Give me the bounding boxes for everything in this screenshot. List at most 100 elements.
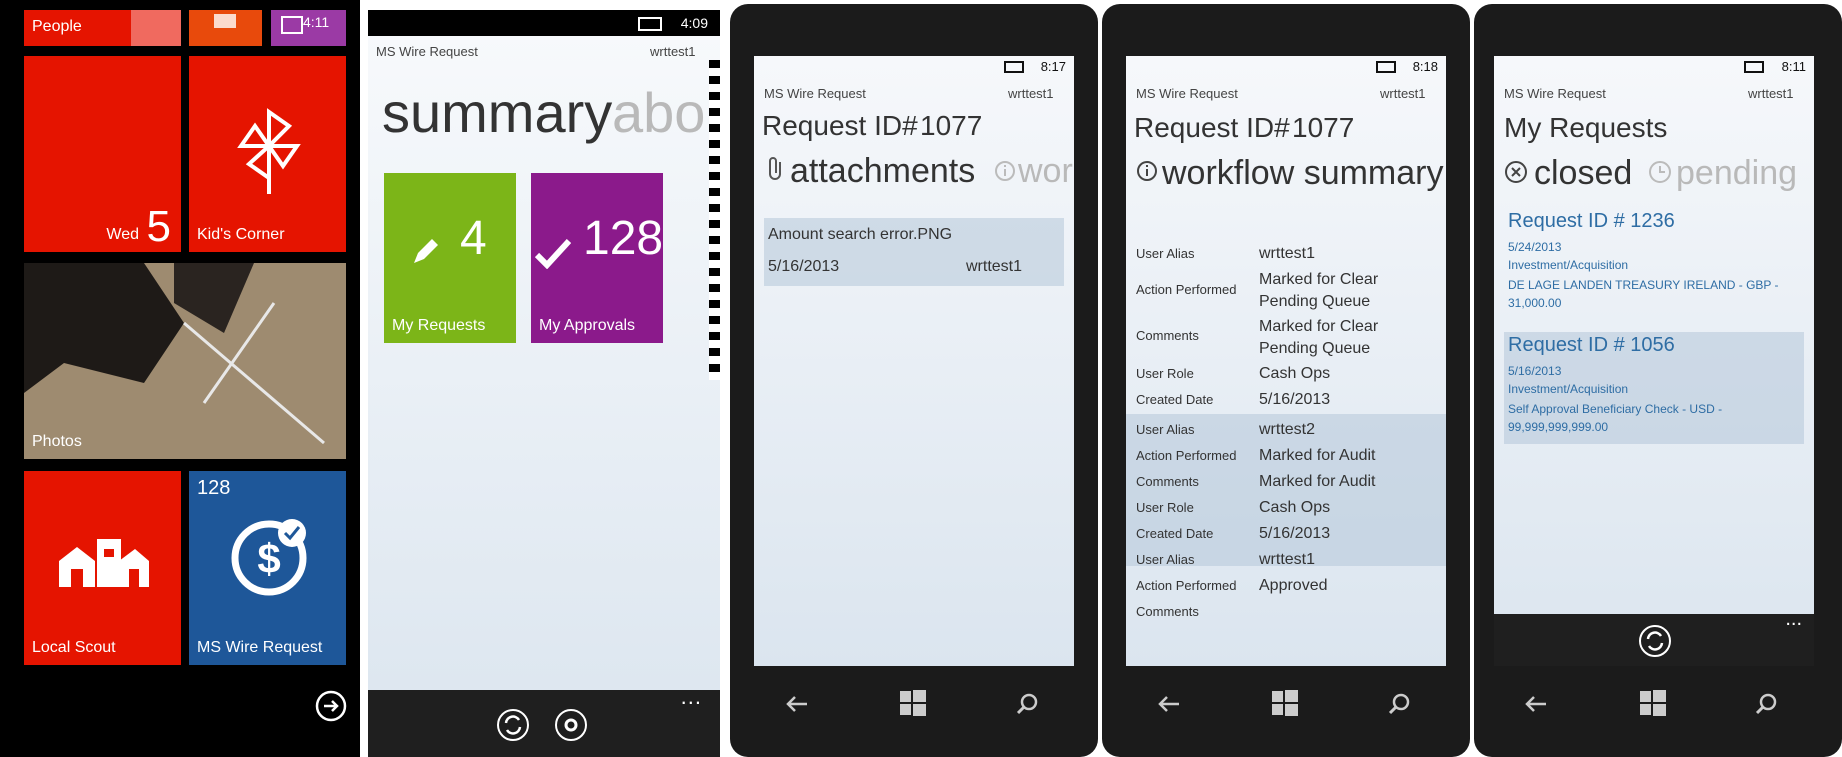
attachment-name: Amount search error.PNG bbox=[768, 226, 953, 243]
user-name: wrttest1 bbox=[1748, 86, 1794, 101]
more-button[interactable]: ... bbox=[1785, 608, 1802, 631]
row-key: Comments bbox=[1136, 328, 1199, 343]
search-icon[interactable] bbox=[1015, 692, 1039, 716]
settings-icon[interactable] bbox=[554, 708, 588, 742]
row-key: Comments bbox=[1136, 604, 1199, 619]
pivot-attachments[interactable]: attachments bbox=[790, 152, 975, 191]
row-value: 5/16/2013 bbox=[1259, 391, 1331, 408]
status-time: 8:11 bbox=[1781, 59, 1806, 74]
back-icon[interactable] bbox=[1157, 694, 1181, 714]
refresh-icon[interactable] bbox=[1638, 624, 1672, 658]
people-tile[interactable]: People bbox=[24, 10, 181, 46]
summary-screen: 4:09 MS Wire Request wrttest1 summary ab… bbox=[368, 10, 720, 757]
local-scout-tile[interactable]: Local Scout bbox=[24, 471, 181, 665]
request-id: 1077 bbox=[1292, 112, 1355, 143]
attachment-date: 5/16/2013 bbox=[768, 258, 840, 275]
attachments-screen: 8:17 MS Wire Request wrttest1 Request ID… bbox=[754, 56, 1074, 666]
calendar-tile[interactable]: Wed 5 bbox=[24, 56, 181, 252]
user-name: wrttest1 bbox=[1380, 86, 1426, 101]
people-photo bbox=[131, 10, 181, 46]
svg-text:$: $ bbox=[257, 535, 280, 582]
request-category: Investment/Acquisition bbox=[1508, 258, 1629, 272]
row-key: Created Date bbox=[1136, 392, 1214, 407]
app-title: MS Wire Request bbox=[1504, 86, 1606, 101]
row-key: User Alias bbox=[1136, 246, 1195, 261]
row-value: wrttest1 bbox=[1259, 245, 1316, 262]
my-requests-screen: 8:11 MS Wire Request wrttest1 My Request… bbox=[1494, 56, 1814, 666]
request-date: 5/16/2013 bbox=[1508, 364, 1562, 378]
status-time: 8:17 bbox=[1040, 59, 1066, 74]
pivot-pending[interactable]: pending bbox=[1676, 154, 1797, 193]
windows-icon[interactable] bbox=[1272, 690, 1298, 716]
request-category: Investment/Acquisition bbox=[1508, 382, 1629, 396]
pivot-workflow-summary[interactable]: workflow summary bbox=[1162, 154, 1443, 193]
request-item[interactable]: Request ID # 1236 5/24/2013 Investment/A… bbox=[1504, 208, 1804, 320]
request-detail: DE LAGE LANDEN TREASURY IRELAND - GBP - … bbox=[1508, 278, 1779, 310]
workflow-screen: 8:18 MS Wire Request wrttest1 Request ID… bbox=[1126, 56, 1446, 666]
row-value: Cash Ops bbox=[1259, 365, 1331, 382]
phone-attachments: 8:17 MS Wire Request wrttest1 Request ID… bbox=[730, 4, 1098, 757]
check-icon bbox=[535, 239, 571, 269]
photos-tile[interactable]: Photos bbox=[24, 263, 346, 459]
local-scout-label: Local Scout bbox=[32, 639, 116, 656]
request-id: 1077 bbox=[920, 110, 983, 141]
row-value: wrttest1 bbox=[1259, 551, 1316, 568]
pivot-workflow[interactable]: wor bbox=[1018, 152, 1073, 191]
table-row: Action Performed Marked for Clear Pendin… bbox=[1126, 271, 1446, 312]
kids-corner-tile[interactable]: Kid's Corner bbox=[189, 56, 346, 252]
windows-icon[interactable] bbox=[900, 690, 926, 716]
battery-icon bbox=[638, 17, 662, 31]
store-icon bbox=[281, 16, 303, 34]
back-icon[interactable] bbox=[1524, 694, 1548, 714]
refresh-icon[interactable] bbox=[496, 708, 530, 742]
row-key: User Alias bbox=[1136, 422, 1195, 437]
row-value: Approved bbox=[1259, 577, 1328, 594]
windows-icon[interactable] bbox=[1640, 690, 1666, 716]
request-label: Request ID# bbox=[1134, 112, 1290, 143]
pencil-icon bbox=[414, 239, 438, 263]
my-requests-tile[interactable]: 4 My Requests bbox=[384, 173, 516, 343]
status-bar: 8:18 bbox=[1126, 56, 1446, 76]
request-item[interactable]: Request ID # 1056 5/16/2013 Investment/A… bbox=[1504, 332, 1804, 444]
request-title: Request ID # 1056 bbox=[1508, 334, 1675, 356]
battery-icon bbox=[1376, 61, 1396, 73]
arrow-right-circle-icon[interactable] bbox=[315, 690, 347, 722]
pivot-about[interactable]: abou bbox=[612, 80, 720, 145]
status-time: 4:11 bbox=[303, 14, 330, 30]
battery-icon bbox=[1004, 61, 1024, 73]
office-tile[interactable] bbox=[189, 10, 262, 46]
my-approvals-tile[interactable]: 128 My Approvals bbox=[531, 173, 663, 343]
back-icon[interactable] bbox=[785, 694, 809, 714]
pivot-about-label: abou bbox=[612, 81, 720, 144]
people-label: People bbox=[32, 18, 82, 35]
kids-corner-label: Kid's Corner bbox=[197, 226, 285, 243]
ms-wire-request-tile[interactable]: 128 $ MS Wire Request bbox=[189, 471, 346, 665]
clock-icon bbox=[1649, 161, 1671, 183]
pivot-pending-label: pending bbox=[1676, 154, 1798, 192]
info-icon bbox=[1137, 161, 1157, 181]
dollar-sync-icon: $ bbox=[231, 519, 307, 596]
search-icon[interactable] bbox=[1754, 692, 1778, 716]
app-title: MS Wire Request bbox=[376, 44, 478, 59]
page-title: My Requests bbox=[1504, 112, 1668, 143]
calendar-date: 5 bbox=[146, 202, 171, 251]
status-time: 8:18 bbox=[1412, 59, 1438, 74]
row-value: Marked for Audit bbox=[1259, 447, 1376, 464]
status-bar: 8:17 bbox=[754, 56, 1074, 76]
close-circle-icon bbox=[1505, 161, 1527, 183]
wire-tile-count: 128 bbox=[197, 477, 231, 499]
table-row: Created Date 5/16/2013 bbox=[1126, 391, 1446, 422]
pivot-summary[interactable]: summary bbox=[382, 80, 612, 145]
app-bar: ... bbox=[1494, 608, 1814, 666]
search-icon[interactable] bbox=[1387, 692, 1411, 716]
battery-icon bbox=[1744, 61, 1764, 73]
photo-image bbox=[24, 263, 346, 459]
row-value: Cash Ops bbox=[1259, 499, 1331, 516]
row-key: User Role bbox=[1136, 500, 1194, 515]
status-bar: 4:09 bbox=[368, 10, 720, 36]
attachment-item[interactable]: Amount search error.PNG 5/16/2013 wrttes… bbox=[764, 218, 1064, 286]
more-button[interactable]: ... bbox=[681, 684, 702, 710]
pivot-closed[interactable]: closed bbox=[1534, 154, 1632, 193]
my-approvals-label: My Approvals bbox=[539, 317, 636, 334]
row-value: Marked for Clear Pending Queue bbox=[1259, 271, 1379, 310]
